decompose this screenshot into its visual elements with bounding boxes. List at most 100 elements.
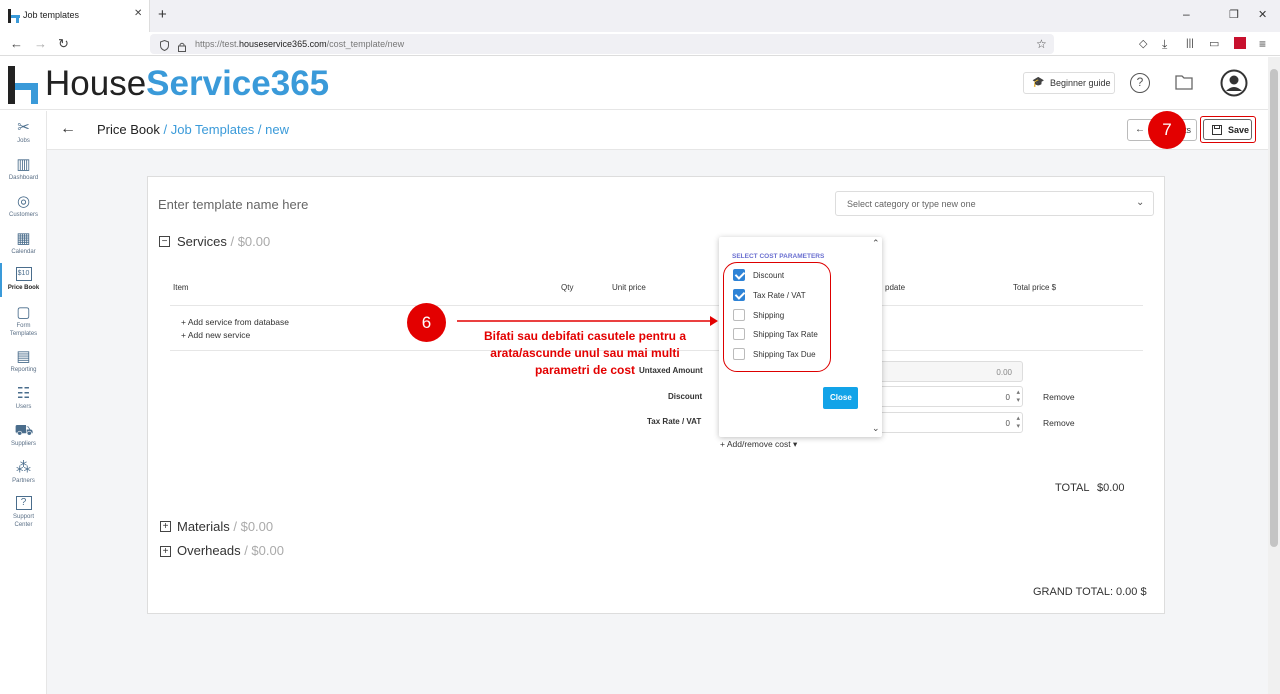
calendar-icon: ▦ — [16, 230, 31, 247]
logo[interactable]: HouseService365 — [7, 64, 337, 104]
sidebar-item-users[interactable]: ☷ Users — [0, 385, 47, 411]
chart-icon: ▥ — [16, 156, 31, 173]
chevron-down-icon: ⌄ — [1136, 197, 1145, 208]
shipping-tax-due-checkbox[interactable] — [733, 348, 745, 360]
shipping-option-label: Shipping — [753, 311, 785, 320]
sidebar-item-suppliers[interactable]: ⛟ Suppliers — [0, 422, 47, 448]
reload-icon[interactable]: ↻ — [58, 34, 69, 54]
sidebar-item-label: Reporting — [10, 367, 37, 373]
stepper-icon[interactable]: ▴ ▾ — [1016, 389, 1020, 405]
minimize-button[interactable]: – — [1183, 7, 1190, 21]
grand-total-value: 0.00 $ — [1116, 586, 1147, 598]
tax-rate-checkbox[interactable] — [733, 289, 745, 301]
save-button[interactable]: Save — [1203, 119, 1252, 140]
annotation-text: Bifati sau debifati casutele pentru a ar… — [455, 328, 715, 379]
app-header: HouseService365 🎓 Beginner guide ? — [0, 57, 1268, 110]
sidebar-item-label: Support Center — [12, 514, 34, 528]
sidebar-item-reporting[interactable]: ▤ Reporting — [0, 348, 47, 374]
popup-scroll-down-icon[interactable]: ⌄ — [872, 423, 880, 434]
popup-close-button[interactable]: Close — [823, 387, 858, 409]
help-icon[interactable]: ? — [1130, 73, 1150, 93]
popup-scroll-up-icon[interactable]: ⌃ — [872, 238, 880, 249]
price-book-icon: $10 — [15, 267, 32, 281]
sidebar-item-label: Form Templates — [9, 323, 38, 337]
total-label: TOTAL — [1055, 482, 1090, 494]
add-new-service-link[interactable]: + Add new service — [181, 330, 250, 340]
bookmark-star-icon[interactable]: ☆ — [1036, 34, 1047, 54]
annotation-arrow — [457, 316, 718, 326]
popup-close-label: Close — [830, 393, 852, 402]
expand-overheads-icon[interactable]: + — [160, 546, 171, 557]
lock-icon — [178, 39, 186, 52]
stepper-icon[interactable]: ▴ ▾ — [1016, 415, 1020, 431]
pocket-icon[interactable]: ◇ — [1139, 34, 1147, 54]
scrollbar[interactable] — [1268, 57, 1280, 694]
sidebar-item-label: Suppliers — [10, 441, 36, 447]
tab-title: Job templates — [23, 10, 80, 20]
shield-icon — [160, 38, 169, 52]
new-tab-button[interactable]: + — [158, 6, 167, 23]
step-7-badge: 7 — [1148, 111, 1186, 149]
breadcrumb-section[interactable]: Job Templates — [171, 122, 255, 137]
services-total: / $0.00 — [226, 234, 271, 249]
expand-materials-icon[interactable]: + — [160, 521, 171, 532]
breadcrumb-separator: / — [254, 122, 266, 137]
template-name-input[interactable]: Enter template name here — [158, 197, 308, 212]
customers-icon: ◎ — [16, 193, 31, 210]
discount-option-label: Discount — [753, 271, 785, 280]
services-title: Services — [177, 234, 227, 249]
documents-icon[interactable] — [1175, 74, 1193, 90]
add-remove-cost-button[interactable]: + Add/remove cost ▾ — [720, 439, 797, 450]
materials-total: / $0.00 — [229, 519, 274, 534]
overheads-title[interactable]: Overheads — [177, 543, 241, 558]
sidebar-item-support-center[interactable]: ? Support Center — [0, 496, 47, 529]
add-service-from-database-link[interactable]: + Add service from database — [181, 317, 289, 327]
discount-input[interactable]: 0 ▴ ▾ — [870, 386, 1023, 407]
shipping-checkbox[interactable] — [733, 309, 745, 321]
url-path: /cost_template/new — [326, 39, 405, 49]
remove-discount-link[interactable]: Remove — [1043, 392, 1075, 402]
back-arrow-icon[interactable]: ← — [60, 120, 76, 138]
close-tab-icon[interactable]: ✕ — [134, 8, 142, 19]
discount-checkbox[interactable] — [733, 269, 745, 281]
menu-icon[interactable]: ≡ — [1259, 34, 1266, 54]
beginner-guide-button[interactable]: 🎓 Beginner guide — [1023, 72, 1115, 94]
restore-button[interactable]: ❐ — [1229, 8, 1239, 21]
logo-house-text: House — [45, 64, 147, 103]
sidebar-item-label: Price Book — [7, 285, 40, 291]
download-icon[interactable]: ⤓ — [1162, 34, 1167, 54]
sidebar-item-partners[interactable]: ⁂ Partners — [0, 459, 47, 485]
column-item: Item — [173, 283, 189, 292]
sidebar-item-dashboard[interactable]: ▥ Dashboard — [0, 156, 47, 182]
sidebar-toggle-icon[interactable]: ▭ — [1209, 34, 1219, 54]
close-window-button[interactable]: ✕ — [1258, 8, 1267, 21]
materials-title[interactable]: Materials — [177, 519, 230, 534]
shipping-tax-rate-checkbox[interactable] — [733, 328, 745, 340]
grand-total-label: GRAND TOTAL: — [1033, 586, 1114, 598]
category-select[interactable]: Select category or type new one ⌄ — [835, 191, 1154, 216]
discount-value: 0 — [1005, 393, 1010, 402]
tax-rate-input[interactable]: 0 ▴ ▾ — [870, 412, 1023, 433]
breadcrumb-root[interactable]: Price Book — [97, 122, 160, 137]
extension-icon[interactable] — [1234, 37, 1246, 49]
sidebar-item-jobs[interactable]: ✂ Jobs — [0, 119, 47, 145]
untaxed-amount-field: 0.00 — [870, 361, 1023, 382]
sidebar-item-customers[interactable]: ◎ Customers — [0, 193, 47, 219]
logo-mark-icon — [8, 66, 38, 104]
url-bar[interactable]: https://test.houseservice365.com/cost_te… — [150, 34, 1054, 54]
annotation-line-2: arata/ascunde unul sau mai multi — [490, 346, 680, 360]
library-icon[interactable]: ||| — [1186, 34, 1194, 54]
breadcrumb: Price Book / Job Templates / new — [97, 122, 289, 137]
collapse-services-icon[interactable]: − — [159, 236, 170, 247]
browser-tab[interactable]: Job templates ✕ — [0, 0, 150, 32]
forward-icon[interactable]: → — [34, 34, 47, 54]
sidebar-item-calendar[interactable]: ▦ Calendar — [0, 230, 47, 256]
user-avatar-icon[interactable] — [1220, 69, 1248, 97]
sidebar-item-price-book[interactable]: $10 Price Book — [0, 267, 47, 292]
sidebar-item-form-templates[interactable]: ▢ Form Templates — [0, 304, 47, 338]
browser-nav-bar: ← → ↻ https://test.houseservice365.com/c… — [0, 32, 1280, 56]
scrollbar-thumb[interactable] — [1270, 69, 1278, 547]
sidebar-item-label: Jobs — [17, 138, 30, 144]
remove-tax-link[interactable]: Remove — [1043, 418, 1075, 428]
back-icon[interactable]: ← — [10, 34, 23, 54]
